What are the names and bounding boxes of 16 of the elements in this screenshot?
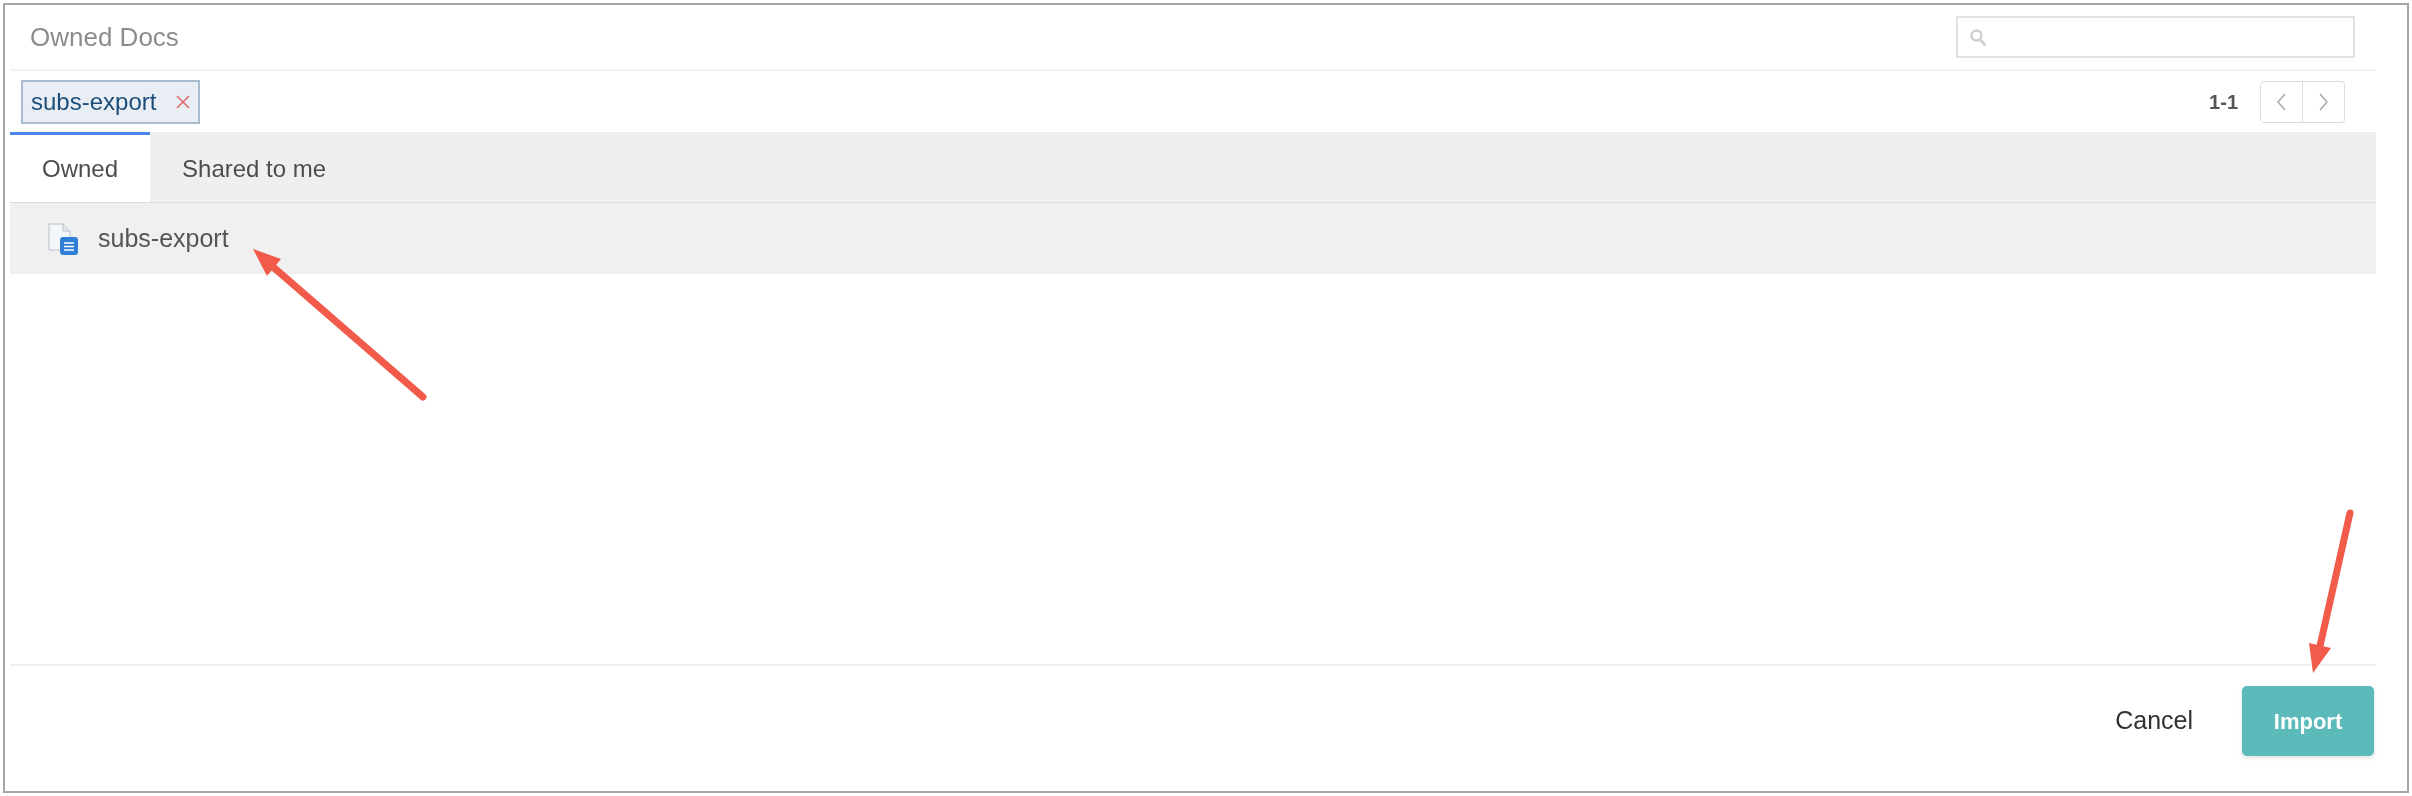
- chip-label: subs-export: [31, 86, 157, 117]
- page-range: 1-1: [2209, 89, 2238, 115]
- dialog-title: Owned Docs: [30, 20, 179, 54]
- document-name: subs-export: [98, 222, 229, 254]
- previous-page-button[interactable]: [2260, 80, 2303, 123]
- document-icon: [48, 222, 78, 255]
- tab[interactable]: Shared to me: [150, 132, 359, 202]
- search-icon: [1970, 28, 1986, 46]
- next-page-button[interactable]: [2303, 80, 2345, 123]
- chevron-left-icon: [2275, 91, 2288, 112]
- close-icon[interactable]: [176, 94, 191, 109]
- cancel-button[interactable]: Cancel: [2115, 686, 2193, 756]
- document-row[interactable]: subs-export: [10, 203, 2376, 274]
- search-field[interactable]: [1956, 16, 2355, 58]
- chevron-right-icon: [2317, 91, 2330, 112]
- tab[interactable]: Owned: [10, 132, 151, 202]
